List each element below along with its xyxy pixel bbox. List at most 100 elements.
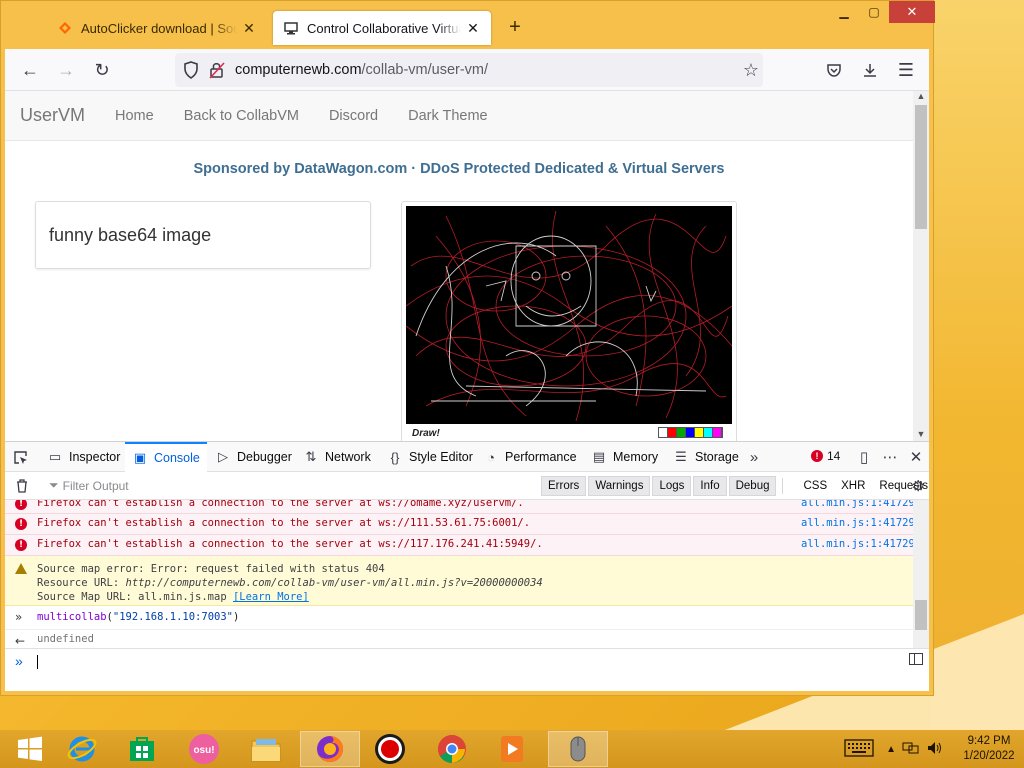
console-settings-gear-icon[interactable]: ⚙ [912, 477, 925, 495]
palette-swatch-white[interactable] [659, 428, 668, 437]
page-scrollbar[interactable]: ▲ ▼ [913, 91, 929, 441]
osu-icon[interactable]: osu! [174, 731, 234, 767]
media-player-icon[interactable] [482, 731, 542, 767]
message-source-link[interactable]: all.min.js:1:41729 [801, 538, 913, 552]
nav-link-home[interactable]: Home [115, 108, 154, 124]
shield-icon[interactable] [183, 61, 199, 82]
close-tab-icon[interactable]: ✕ [241, 20, 257, 36]
dock-side-icon[interactable]: ▯ [855, 448, 873, 466]
level-warnings-button[interactable]: Warnings [588, 475, 651, 496]
insecure-lock-icon[interactable] [209, 61, 225, 82]
result-arrow-icon: ← [15, 634, 26, 648]
error-count-badge[interactable]: ! 14 [811, 449, 840, 463]
firefox-icon[interactable] [300, 731, 360, 767]
url-text[interactable]: computernewb.com/collab-vm/user-vm/ [235, 62, 488, 78]
palette-swatch-magenta[interactable] [713, 428, 722, 437]
scroll-thumb[interactable] [915, 105, 927, 229]
tab-label: Network [325, 450, 371, 464]
console-result: ← undefined [5, 630, 913, 648]
vm-drawing-canvas[interactable] [406, 206, 732, 424]
maximize-icon[interactable]: ▢ [859, 1, 889, 23]
console-input[interactable]: » [5, 648, 929, 684]
close-window-icon[interactable]: ✕ [889, 1, 935, 23]
clock[interactable]: 9:42 PM 1/20/2022 [954, 734, 1024, 764]
element-picker-icon[interactable] [11, 448, 29, 466]
file-explorer-icon[interactable] [236, 731, 296, 767]
volume-icon[interactable] [926, 740, 944, 759]
level-info-button[interactable]: Info [693, 475, 727, 496]
message-source-link[interactable]: all.min.js:1:41729 [801, 517, 913, 531]
windows-store-icon[interactable] [112, 731, 172, 767]
tab-debugger[interactable]: ▷ Debugger [215, 442, 292, 472]
palette-swatch-green[interactable] [677, 428, 686, 437]
start-windows-icon[interactable] [0, 731, 60, 767]
resource-url-value: http://computernewb.com/collab-vm/user-v… [125, 577, 543, 589]
message-source-link[interactable]: all.min.js:1:41729 [801, 500, 913, 510]
sponsor-banner[interactable]: Sponsored by DataWagon.com · DDoS Protec… [5, 161, 913, 177]
new-tab-icon[interactable]: + [505, 15, 525, 39]
nav-link-dark-theme[interactable]: Dark Theme [408, 108, 488, 124]
minimize-icon[interactable]: ▁ [829, 1, 859, 23]
filter-xhr-button[interactable]: XHR [841, 480, 865, 492]
nav-link-back-to-collabvm[interactable]: Back to CollabVM [184, 108, 299, 124]
tab-label: Debugger [237, 450, 292, 464]
touch-keyboard-icon[interactable] [844, 738, 874, 760]
downloads-icon[interactable] [857, 57, 883, 83]
back-icon[interactable]: ← [17, 57, 43, 83]
input-chevron-icon: » [15, 610, 23, 624]
tab-memory[interactable]: ▤ Memory [591, 442, 658, 472]
tab-console[interactable]: ▣ Console [125, 442, 207, 472]
scroll-up-arrow[interactable]: ▲ [913, 91, 929, 103]
show-hidden-icons-icon[interactable]: ▲ [886, 744, 896, 755]
vm-panel[interactable]: funny base64 image [35, 201, 371, 269]
palette-swatch-yellow[interactable] [695, 428, 704, 437]
window-controls: ▁ ▢ ✕ [829, 1, 935, 23]
pocket-icon[interactable] [821, 57, 847, 83]
tab-inspector[interactable]: ▭ Inspector [47, 442, 121, 472]
site-brand[interactable]: UserVM [20, 105, 85, 126]
nav-link-discord[interactable]: Discord [329, 108, 378, 124]
close-devtools-icon[interactable]: ✕ [907, 448, 925, 466]
error-icon: ! [15, 539, 27, 551]
warning-line: Source Map URL: all.min.js.map [Learn Mo… [37, 590, 913, 604]
reload-icon[interactable]: ↻ [89, 57, 115, 83]
scroll-down-arrow[interactable]: ▼ [913, 429, 929, 441]
level-debug-button[interactable]: Debug [728, 475, 777, 496]
console-input-echo: » multicollab("192.168.1.10:7003") [5, 606, 913, 630]
more-tabs-icon[interactable]: » [745, 448, 763, 466]
error-icon: ! [15, 518, 27, 530]
internet-explorer-icon[interactable] [52, 731, 112, 767]
tab-collabvm[interactable]: Control Collaborative Virtual M ✕ [273, 11, 491, 45]
editor-mode-icon[interactable] [909, 653, 923, 665]
bookmark-star-icon[interactable]: ☆ [743, 60, 759, 81]
palette-swatch-cyan[interactable] [704, 428, 713, 437]
forward-icon[interactable]: → [53, 57, 79, 83]
console-scrollbar[interactable] [913, 500, 929, 648]
browser-window: AutoClicker download | Sourcef ✕ Control… [0, 0, 935, 696]
obs-record-icon[interactable] [360, 731, 420, 767]
learn-more-link[interactable]: [Learn More] [233, 591, 309, 603]
address-bar[interactable]: computernewb.com/collab-vm/user-vm/ ☆ [175, 53, 763, 87]
menu-icon[interactable]: ☰ [893, 57, 919, 83]
tab-autoclicker[interactable]: AutoClicker download | Sourcef ✕ [47, 11, 267, 45]
network-tray-icon[interactable] [902, 740, 920, 759]
chrome-icon[interactable] [422, 731, 482, 767]
close-tab-icon[interactable]: ✕ [465, 20, 481, 36]
level-errors-button[interactable]: Errors [541, 475, 587, 496]
palette-swatch-red[interactable] [668, 428, 677, 437]
tab-performance[interactable]: ◔ Performance [483, 442, 577, 472]
resource-url-label: Resource URL: [37, 577, 126, 589]
devtools-menu-icon[interactable]: ⋯ [881, 448, 899, 466]
scroll-thumb[interactable] [915, 600, 927, 630]
palette-swatch-blue[interactable] [686, 428, 695, 437]
network-icon: ⇅ [305, 449, 317, 464]
mouse-app-icon[interactable] [548, 731, 608, 767]
tab-style-editor[interactable]: {} Style Editor [387, 442, 473, 472]
tab-network[interactable]: ⇅ Network [303, 442, 371, 472]
tab-storage[interactable]: ☰ Storage [673, 442, 739, 472]
filter-css-button[interactable]: CSS [803, 480, 827, 492]
level-logs-button[interactable]: Logs [652, 475, 692, 496]
tab-title: AutoClicker download | Sourcef [81, 20, 237, 36]
trash-icon[interactable] [13, 477, 31, 495]
filter-output-input[interactable]: ⏷ Filter Output [49, 478, 539, 493]
